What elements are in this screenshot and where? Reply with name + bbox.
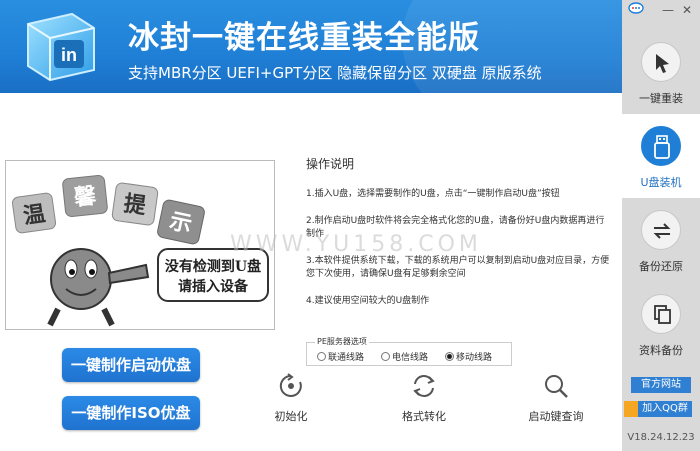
tool-label: 启动键查询	[528, 410, 584, 423]
sidebar-item-data-backup[interactable]: 资料备份	[622, 282, 700, 366]
instruction-item: 1.插入U盘，选择需要制作的U盘，点击“一键制作启动U盘”按钮	[306, 189, 560, 199]
format-convert-tool[interactable]: 格式转化	[398, 372, 450, 424]
banner-char: 温	[22, 201, 47, 230]
sidebar-item-label: 资料备份	[639, 344, 683, 357]
copy-icon	[641, 294, 681, 334]
sidebar-item-one-click-reinstall[interactable]: 一键重装	[622, 30, 700, 114]
usb-icon	[641, 126, 681, 166]
sidebar-item-label: 备份还原	[639, 260, 683, 273]
official-site-button[interactable]: 官方网站	[631, 377, 691, 393]
close-button[interactable]: ✕	[682, 3, 692, 17]
banner-char: 馨	[72, 183, 99, 211]
window-controls: — ✕	[622, 0, 700, 20]
instruction-item: 4.建议使用空间较大的U盘制作	[306, 296, 430, 306]
sync-icon	[641, 210, 681, 250]
qq-avatar-icon	[624, 401, 638, 417]
radio-telecom[interactable]: 电信线路	[381, 350, 428, 363]
boot-key-lookup-tool[interactable]: 启动键查询	[526, 372, 586, 424]
tip-message-line2: 请插入设备	[178, 278, 249, 295]
instructions-panel: 操作说明 1.插入U盘，选择需要制作的U盘，点击“一键制作启动U盘”按钮 2.制…	[306, 155, 612, 322]
instruction-item: 3.本软件提供系统下载，下载的系统用户可以复制到启动U盘对应目录，方便您下次使用…	[306, 256, 610, 279]
header-banner: in 冰封一键在线重装全能版 支持MBR分区 UEFI+GPT分区 隐藏保留分区…	[0, 0, 622, 93]
minimize-button[interactable]: —	[662, 3, 674, 17]
instruction-item: 2.制作启动U盘时软件将会完全格式化您的U盘，请备份好U盘内数据再进行制作	[306, 216, 605, 239]
convert-icon	[413, 375, 435, 397]
search-icon	[545, 375, 568, 398]
app-logo: in	[27, 12, 95, 82]
app-subtitle: 支持MBR分区 UEFI+GPT分区 隐藏保留分区 双硬盘 原版系统	[128, 64, 542, 82]
version-label: V18.24.12.23	[627, 432, 695, 443]
make-iso-usb-button[interactable]: 一键制作ISO优盘	[62, 396, 200, 430]
radio-mobile[interactable]: 移动线路	[445, 350, 492, 363]
initialize-tool[interactable]: 初始化	[271, 372, 311, 424]
instructions-title: 操作说明	[306, 157, 355, 171]
join-qq-group-button[interactable]: 加入QQ群	[638, 401, 692, 417]
radio-dot	[317, 352, 326, 361]
pe-server-legend: PE服务器选项	[315, 336, 369, 347]
app-title: 冰封一键在线重装全能版	[128, 20, 480, 56]
sidebar-item-usb-install[interactable]: U盘装机	[622, 114, 700, 198]
radio-unicom[interactable]: 联通线路	[317, 350, 364, 363]
chat-bubble-icon[interactable]	[628, 2, 644, 19]
right-sidebar: — ✕ 一键重装 U盘装机 备份还原 资料备份 官方网站 加入QQ群 V18.2…	[622, 0, 700, 451]
logo-text: in	[61, 45, 77, 65]
restart-icon	[279, 373, 302, 397]
tool-label: 初始化	[274, 410, 308, 423]
tip-message-line1: 没有检测到U盘	[165, 258, 261, 275]
sidebar-item-label: U盘装机	[640, 176, 682, 189]
sidebar-item-label: 一键重装	[639, 92, 683, 105]
radio-dot-selected	[445, 352, 454, 361]
pe-server-options: PE服务器选项 联通线路 电信线路 移动线路	[306, 336, 512, 366]
make-boot-usb-button[interactable]: 一键制作启动优盘	[62, 348, 200, 382]
radio-dot	[381, 352, 390, 361]
sidebar-item-backup-restore[interactable]: 备份还原	[622, 198, 700, 282]
cursor-icon	[641, 42, 681, 82]
tool-label: 格式转化	[402, 410, 446, 423]
